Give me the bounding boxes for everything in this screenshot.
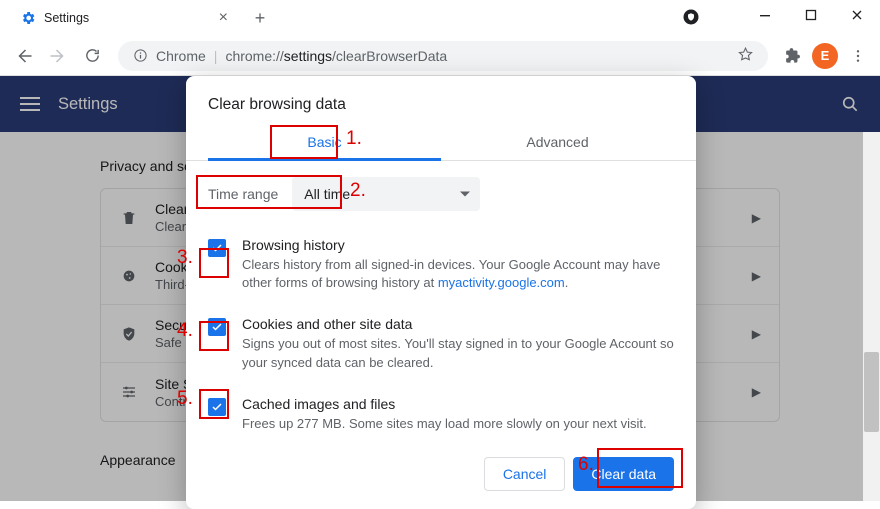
checkbox-cookies[interactable] — [208, 318, 226, 336]
checkbox-cache[interactable] — [208, 398, 226, 416]
chevron-right-icon: ▶ — [752, 269, 761, 283]
extensions-icon[interactable] — [778, 42, 806, 70]
menu-icon[interactable] — [844, 42, 872, 70]
time-range-row: Time range All time — [186, 161, 696, 217]
chevron-right-icon: ▶ — [752, 385, 761, 399]
reload-button[interactable] — [76, 40, 108, 72]
chevron-right-icon: ▶ — [752, 327, 761, 341]
shield-icon — [119, 326, 139, 342]
omnibox-host: Chrome — [156, 48, 206, 64]
omnibox-path: chrome://settings/clearBrowserData — [225, 48, 447, 64]
back-button[interactable] — [8, 40, 40, 72]
tab-advanced[interactable]: Advanced — [441, 130, 674, 160]
myactivity-link[interactable]: myactivity.google.com — [438, 275, 565, 290]
avatar[interactable]: E — [812, 43, 838, 69]
search-icon[interactable] — [840, 94, 860, 114]
option-desc: Clears history from all signed-in device… — [242, 256, 674, 292]
toolbar: Chrome | chrome://settings/clearBrowserD… — [0, 36, 880, 76]
option-desc: Frees up 277 MB. Some sites may load mor… — [242, 415, 647, 433]
browser-tab[interactable]: Settings × — [8, 0, 240, 36]
option-browsing-history: Browsing history Clears history from all… — [208, 227, 674, 306]
chevron-down-icon — [460, 192, 470, 197]
omnibox-separator: | — [214, 48, 218, 64]
checkbox-browsing-history[interactable] — [208, 239, 226, 257]
tab-title: Settings — [44, 11, 211, 25]
tab-basic[interactable]: Basic — [208, 130, 441, 160]
window-controls — [742, 0, 880, 30]
option-cache: Cached images and files Frees up 277 MB.… — [208, 386, 674, 447]
hamburger-icon[interactable] — [20, 97, 40, 111]
clear-browsing-data-dialog: Clear browsing data Basic Advanced Time … — [186, 76, 696, 509]
clear-data-button[interactable]: Clear data — [573, 457, 674, 491]
site-info-icon[interactable] — [132, 48, 148, 64]
option-desc: Signs you out of most sites. You'll stay… — [242, 335, 674, 371]
option-title: Cached images and files — [242, 396, 647, 412]
cookie-icon — [119, 268, 139, 284]
cancel-button[interactable]: Cancel — [484, 457, 566, 491]
chevron-right-icon: ▶ — [752, 211, 761, 225]
minimize-button[interactable] — [742, 0, 788, 30]
titlebar: Settings × + — [0, 0, 880, 36]
time-range-select[interactable]: All time — [292, 177, 480, 211]
trash-icon — [119, 210, 139, 226]
sliders-icon — [119, 384, 139, 400]
option-cookies: Cookies and other site data Signs you ou… — [208, 306, 674, 385]
new-tab-button[interactable]: + — [246, 4, 274, 32]
close-tab-icon[interactable]: × — [219, 9, 228, 27]
profile-guard-icon[interactable] — [682, 8, 700, 26]
dialog-title: Clear browsing data — [186, 96, 696, 124]
bookmark-star-icon[interactable] — [737, 46, 754, 66]
forward-button[interactable] — [42, 40, 74, 72]
scrollbar[interactable] — [863, 132, 880, 501]
gear-icon — [20, 10, 36, 26]
maximize-button[interactable] — [788, 0, 834, 30]
dialog-tabs: Basic Advanced — [186, 130, 696, 161]
address-bar[interactable]: Chrome | chrome://settings/clearBrowserD… — [118, 41, 768, 71]
option-title: Cookies and other site data — [242, 316, 674, 332]
time-range-label: Time range — [208, 186, 278, 202]
close-window-button[interactable] — [834, 0, 880, 30]
settings-title: Settings — [58, 95, 118, 114]
option-title: Browsing history — [242, 237, 674, 253]
